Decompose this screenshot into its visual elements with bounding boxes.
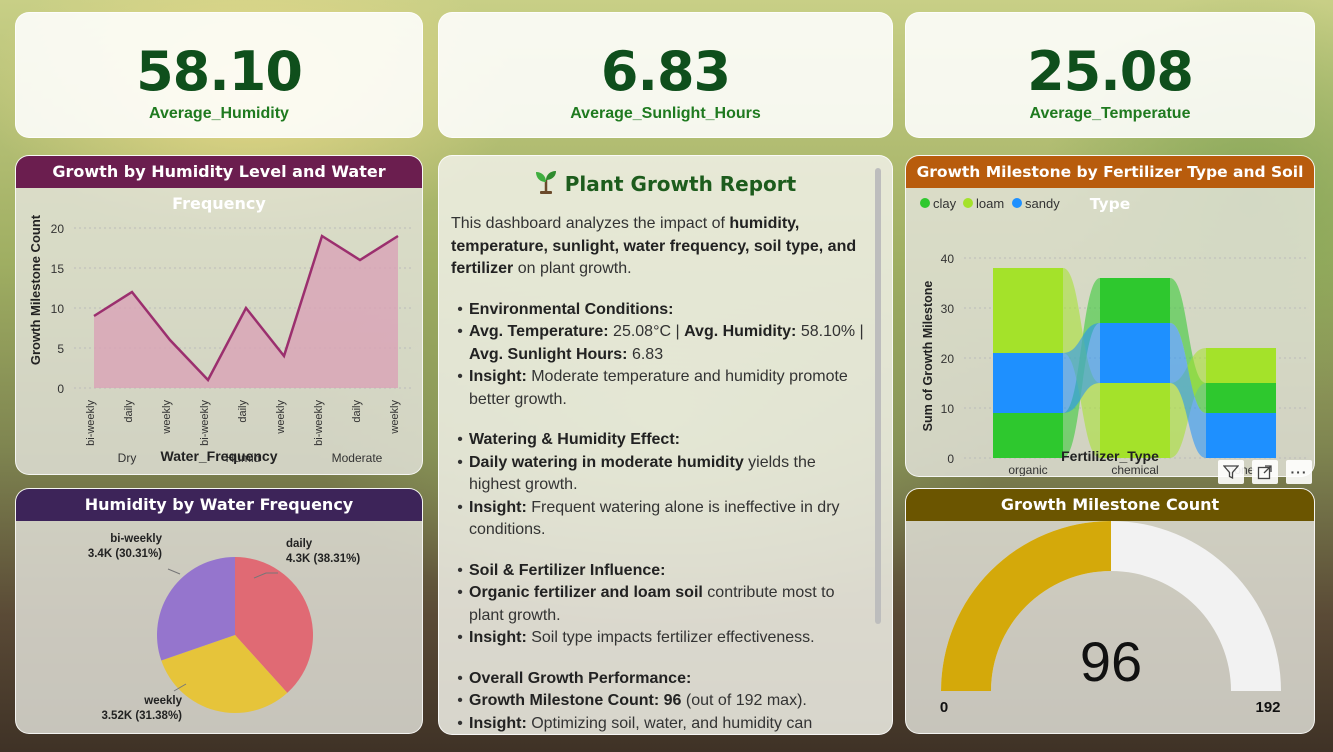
pie-label-value: 3.4K (30.31%) — [88, 548, 162, 560]
x-axis-title: Water_Frequency — [160, 448, 278, 464]
y-tick: 5 — [57, 342, 64, 356]
bar-loam-organic[interactable] — [993, 268, 1063, 353]
more-options-icon[interactable]: ··· — [1286, 460, 1312, 484]
area-point[interactable] — [281, 353, 287, 359]
panel-title: Growth Milestone Count — [906, 489, 1314, 521]
x-tick: weekly — [389, 400, 401, 435]
legend-label: sandy — [1025, 196, 1060, 211]
bar-loam-chemical[interactable] — [1100, 383, 1170, 458]
x-tick-labels: bi-weekly daily weekly bi-weekly daily w… — [85, 400, 401, 446]
area-point[interactable] — [129, 289, 135, 295]
kpi-card-humidity[interactable]: 58.10 Average_Humidity — [15, 12, 423, 138]
x-tick: weekly — [161, 400, 173, 435]
x-tick: bi-weekly — [85, 400, 97, 446]
report-section-environment: • Environmental Conditions: • Avg. Tempera… — [457, 300, 864, 408]
bar-sandy-chemical[interactable] — [1100, 323, 1170, 383]
focus-mode-icon[interactable] — [1252, 460, 1278, 484]
y-tick: 30 — [941, 302, 955, 316]
legend-dot-loam — [963, 198, 973, 208]
filter-icon[interactable] — [1218, 460, 1244, 484]
pie-label-name: weekly — [143, 695, 182, 707]
report-scrollbar[interactable] — [875, 168, 881, 624]
gauge-max: 192 — [1255, 699, 1280, 716]
area-point[interactable] — [319, 233, 325, 239]
bar-sandy-organic[interactable] — [993, 353, 1063, 413]
kpi-card-sunlight[interactable]: 6.83 Average_Sunlight_Hours — [438, 12, 893, 138]
area-point[interactable] — [395, 233, 401, 239]
y-tick: 20 — [941, 352, 955, 366]
report-intro: This dashboard analyzes the impact of hu… — [451, 215, 857, 277]
x-tick: daily — [123, 400, 135, 423]
bar-clay-none[interactable] — [1206, 383, 1276, 413]
y-tick: 15 — [51, 262, 65, 276]
panel-title: Humidity by Water Frequency — [16, 489, 422, 521]
area-point[interactable] — [357, 257, 363, 263]
pie-label-name: bi-weekly — [110, 533, 162, 545]
area-chart[interactable]: Growth Milestone Count 0 5 10 15 20 bi-w… — [16, 188, 423, 475]
kpi-label: Average_Sunlight_Hours — [570, 105, 761, 122]
pie-label-value: 4.3K (38.31%) — [286, 553, 360, 565]
sprout-icon — [535, 170, 557, 199]
y-axis-title: Growth Milestone Count — [28, 214, 43, 365]
pie-chart-panel[interactable]: Humidity by Water Frequency daily 4.3K (… — [15, 488, 423, 734]
gauge-value: 96 — [1080, 630, 1142, 693]
y-tick-labels: 0 5 10 15 20 — [51, 222, 65, 396]
x-tick: organic — [1008, 463, 1047, 477]
report-section-watering: • Watering & Humidity Effect: • Daily wate… — [457, 431, 840, 538]
report-body: This dashboard analyzes the impact of hu… — [439, 213, 892, 734]
area-chart-panel[interactable]: Growth by Humidity Level and Water Frequ… — [15, 155, 423, 475]
panel-title: Growth by Humidity Level and Water Frequ… — [16, 156, 422, 213]
area-point[interactable] — [91, 313, 97, 319]
x-tick: daily — [237, 400, 249, 423]
x-tick: weekly — [275, 400, 287, 435]
y-tick: 10 — [51, 302, 65, 316]
kpi-card-temperature[interactable]: 25.08 Average_Temperatue — [905, 12, 1315, 138]
report-title: Plant Growth Report — [439, 170, 892, 199]
pie-label-value: 3.52K (31.38%) — [101, 710, 182, 722]
chart-legend: clay loam sandy — [920, 196, 1060, 211]
area-point[interactable] — [167, 337, 173, 343]
x-tick: chemical — [1111, 463, 1158, 477]
bar-clay-chemical[interactable] — [1100, 278, 1170, 323]
y-axis-title: Sum of Growth Milestone — [921, 281, 935, 432]
y-tick: 10 — [941, 402, 955, 416]
y-tick-labels: 0 10 20 30 40 — [941, 252, 955, 466]
plant-growth-report[interactable]: Plant Growth Report This dashboard analy… — [438, 155, 893, 735]
x-tick: bi-weekly — [199, 400, 211, 446]
kpi-label: Average_Humidity — [149, 105, 289, 122]
y-tick: 40 — [941, 252, 955, 266]
gauge-panel[interactable]: Growth Milestone Count 96 0 192 — [905, 488, 1315, 734]
ribbon-chart[interactable]: clay loam sandy Sum of Growth Milestone … — [906, 188, 1315, 477]
gauge-min: 0 — [940, 699, 948, 716]
report-section-soil: • Soil & Fertilizer Influence: • Organic f… — [457, 561, 835, 647]
ribbon-chart-panel[interactable]: Growth Milestone by Fertilizer Type and … — [905, 155, 1315, 477]
kpi-value: 58.10 — [136, 40, 303, 103]
legend-label: clay — [933, 196, 957, 211]
x-tick: daily — [351, 400, 363, 423]
kpi-label: Average_Temperatue — [1029, 105, 1191, 122]
panel-title: Growth Milestone by Fertilizer Type and … — [906, 156, 1314, 213]
bar-loam-none[interactable] — [1206, 348, 1276, 383]
pie-label-name: daily — [286, 538, 313, 550]
area-point[interactable] — [205, 377, 211, 383]
area-point[interactable] — [243, 305, 249, 311]
legend-dot-sandy — [1012, 198, 1022, 208]
x-tick: bi-weekly — [313, 400, 325, 446]
legend-dot-clay — [920, 198, 930, 208]
gauge-chart[interactable]: 96 0 192 — [906, 521, 1315, 734]
area-series-fill — [94, 236, 398, 388]
y-tick: 0 — [57, 382, 64, 396]
legend-label: loam — [976, 196, 1004, 211]
kpi-value: 25.08 — [1027, 40, 1194, 103]
y-tick: 20 — [51, 222, 65, 236]
pie-chart[interactable]: daily 4.3K (38.31%) bi-weekly 3.4K (30.3… — [16, 521, 423, 734]
kpi-value: 6.83 — [600, 40, 731, 103]
report-section-overall: • Overall Growth Performance: • Growth Mil… — [457, 669, 813, 732]
